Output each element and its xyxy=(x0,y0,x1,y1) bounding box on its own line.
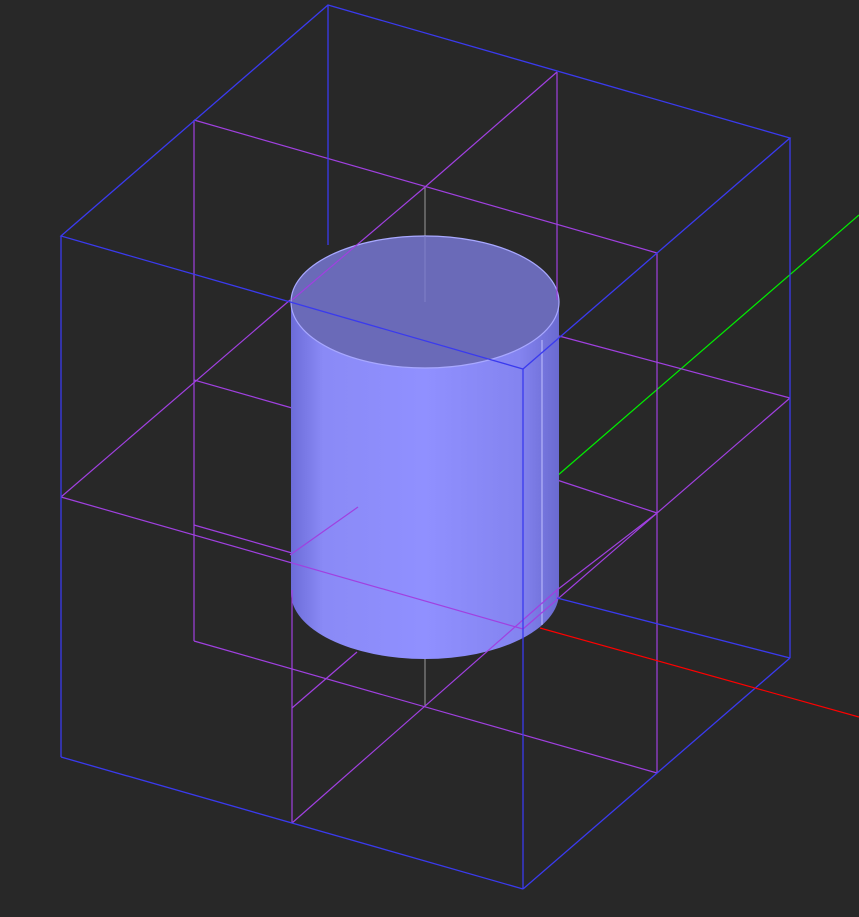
3d-viewport[interactable] xyxy=(0,0,859,917)
axis-y xyxy=(556,214,859,477)
axis-x xyxy=(539,627,859,718)
cylinder xyxy=(289,235,560,659)
scene xyxy=(59,4,859,890)
